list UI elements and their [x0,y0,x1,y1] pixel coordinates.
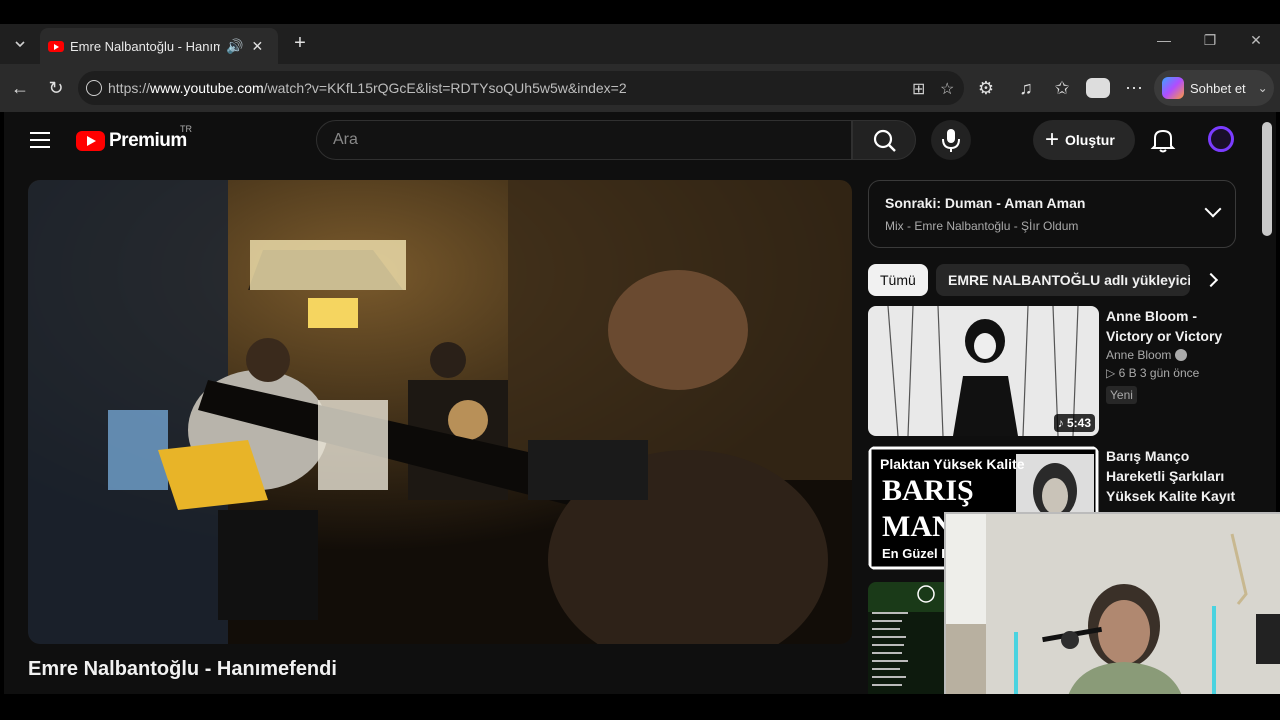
minimize-icon[interactable]: — [1144,32,1184,48]
address-bar[interactable]: https://www.youtube.com/watch?v=KKfL15rQ… [78,71,964,105]
favorite-star-icon[interactable]: ☆ [940,79,954,99]
browser-tab-active[interactable]: Emre Nalbantoğlu - Hanımefendi 🔊 ✕ [40,28,278,64]
chevron-right-icon[interactable] [1203,272,1219,288]
favorites-icon[interactable]: ✩ [1050,76,1074,100]
up-next-playlist: Mix - Emre Nalbantoğlu - Şİır Oldum [885,219,1079,233]
profile-avatar[interactable] [1086,78,1110,98]
video-title[interactable]: Anne Bloom - Victory or Victory [1106,306,1242,346]
thumbnail-caption-small: En Güzel H [882,546,951,561]
search-input[interactable]: Ara [316,120,852,160]
read-aloud-icon[interactable]: ♫ [1014,76,1038,100]
search-placeholder: Ara [333,131,358,148]
notifications-bell-icon[interactable] [1150,126,1176,154]
thumbnail-image [868,582,948,694]
search-button[interactable] [852,120,916,160]
youtube-favicon-icon [48,40,64,52]
youtube-play-icon [76,131,105,151]
duration-badge: ♪ 5:43 [1053,414,1095,432]
video-thumbnail[interactable]: ♪ 5:43 [868,306,1099,436]
webcam-image [946,514,1280,700]
window-close-icon[interactable]: ✕ [1236,32,1276,49]
extensions-puzzle-icon[interactable]: ⚙ [974,76,998,100]
plus-icon: + [1045,126,1060,153]
up-next-title: Sonraki: Duman - Aman Aman [885,195,1086,211]
browser-toolbar: ← ↻ https://www.youtube.com/watch?v=KKfL… [0,64,1280,112]
create-button[interactable]: + Oluştur [1033,120,1135,160]
expand-chevron-icon[interactable] [1204,200,1222,218]
up-next-panel[interactable]: Sonraki: Duman - Aman Aman Mix - Emre Na… [868,180,1236,248]
webcam-overlay [944,512,1280,700]
channel-name[interactable]: Anne Bloom [1106,348,1242,362]
search-icon [873,129,896,152]
country-code: TR [180,124,192,134]
microphone-icon [942,129,960,152]
browser-tab-bar: Emre Nalbantoğlu - Hanımefendi 🔊 ✕ + — ❐… [0,24,1280,64]
tab-list-chevron-icon[interactable] [6,30,34,58]
bottom-black-bar [0,694,1280,720]
video-thumbnail[interactable] [868,582,948,694]
site-info-icon[interactable] [86,80,102,96]
create-label: Oluştur [1065,132,1115,148]
thumbnail-caption-big2: MAN [882,510,954,543]
youtube-premium-logo[interactable]: Premium TR [76,124,192,152]
video-title[interactable]: Barış Manço Hareketli Şarkıları Yüksek K… [1106,446,1242,506]
app-available-icon[interactable]: ⊞ [912,79,925,99]
page-scrollbar[interactable] [1262,122,1272,236]
back-arrow-icon[interactable]: ← [8,76,32,100]
menu-hamburger-icon[interactable] [30,132,50,148]
chip-from-uploader[interactable]: EMRE NALBANTOĞLU adlı yükleyiciden [936,264,1190,296]
video-frame-image [28,180,852,644]
restore-icon[interactable]: ❐ [1190,32,1230,49]
reload-icon[interactable]: ↻ [44,76,68,100]
video-player[interactable] [28,180,852,644]
list-item[interactable]: ♪ 5:43 Anne Bloom - Victory or Victory A… [868,306,1248,438]
video-meta: Barış Manço Hareketli Şarkıları Yüksek K… [1106,446,1242,506]
audio-playing-icon[interactable]: 🔊 [226,38,243,55]
url-text: https://www.youtube.com/watch?v=KKfL15rQ… [108,80,627,96]
thumbnail-caption-big: BARIŞ [882,474,974,507]
account-avatar[interactable] [1208,126,1234,152]
video-meta: Anne Bloom - Victory or Victory Anne Blo… [1106,306,1242,404]
chevron-down-icon[interactable]: ⌄ [1258,81,1268,95]
copilot-chat-button[interactable]: Sohbet et ⌄ [1154,70,1274,106]
voice-search-button[interactable] [931,120,971,160]
copilot-label: Sohbet et [1190,80,1246,96]
youtube-masthead: Premium TR Ara + Oluştur [4,112,1264,168]
more-menu-icon[interactable]: ⋯ [1122,76,1146,100]
chip-all[interactable]: Tümü [868,264,928,296]
copilot-logo-icon [1162,77,1184,99]
verified-badge-icon [1175,349,1188,361]
thumbnail-caption-top: Plaktan Yüksek Kalite [880,456,1025,472]
video-title: Emre Nalbantoğlu - Hanımefendi [28,658,337,680]
video-stats: ▷ 6 B 3 gün önce [1106,366,1200,380]
tab-close-icon[interactable]: ✕ [251,38,263,55]
screen: Emre Nalbantoğlu - Hanımefendi 🔊 ✕ + — ❐… [0,0,1280,720]
new-badge: Yeni [1106,386,1137,404]
filter-chips: Tümü EMRE NALBANTOĞLU adlı yükleyiciden [868,264,1236,296]
tab-title: Emre Nalbantoğlu - Hanımefendi [70,38,220,54]
logo-text: Premium [109,130,187,151]
new-tab-plus-icon[interactable]: + [288,32,312,56]
